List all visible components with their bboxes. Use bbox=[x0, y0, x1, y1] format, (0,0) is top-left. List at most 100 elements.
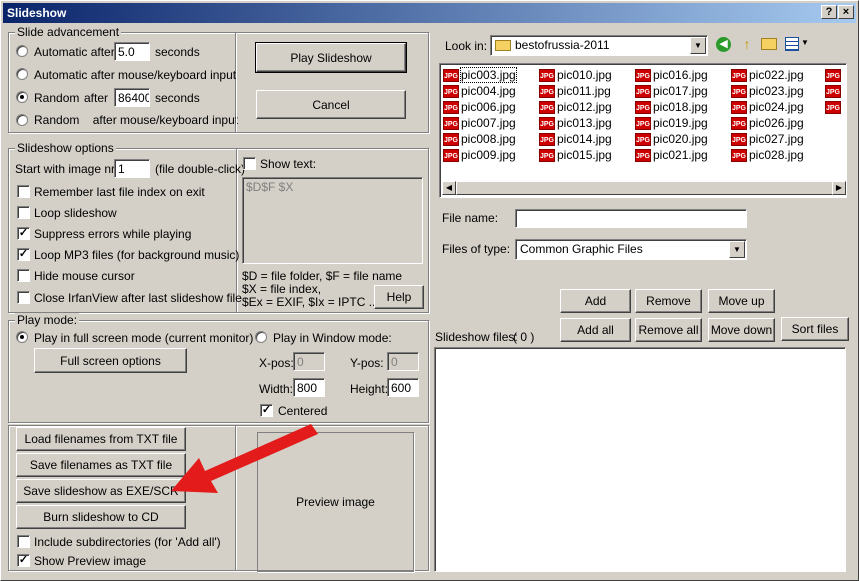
window-title: Slideshow bbox=[7, 6, 67, 20]
file-name: pic018.jpg bbox=[653, 100, 708, 114]
file-list-item[interactable]: JPG pic015.jpg bbox=[539, 147, 612, 163]
save-txt-button[interactable]: Save filenames as TXT file bbox=[16, 453, 186, 477]
remove-button[interactable]: Remove bbox=[635, 289, 702, 313]
file-list-item[interactable]: JPG pic009.jpg bbox=[443, 147, 516, 163]
file-list-item[interactable]: JPG pic010.jpg bbox=[539, 67, 612, 83]
hidemouse-checkbox[interactable] bbox=[17, 269, 30, 282]
loop-checkbox[interactable] bbox=[17, 206, 30, 219]
cancel-button[interactable]: Cancel bbox=[256, 90, 406, 119]
move-up-button[interactable]: Move up bbox=[708, 289, 775, 313]
random-seconds-input[interactable]: 86400 bbox=[114, 88, 150, 107]
radio-automatic-input[interactable] bbox=[16, 68, 28, 80]
closeiv-checkbox[interactable] bbox=[17, 291, 30, 304]
play-slideshow-button[interactable]: Play Slideshow bbox=[255, 42, 407, 73]
file-list-item[interactable]: JPG pic016.jpg bbox=[635, 67, 708, 83]
file-list-scrollbar[interactable]: ◀ ▶ bbox=[442, 181, 846, 195]
file-list-item[interactable]: JPG pic013.jpg bbox=[539, 115, 612, 131]
file-list-item[interactable]: JPG pic028.jpg bbox=[731, 147, 804, 163]
file-list-item[interactable]: JPG pic012.jpg bbox=[539, 99, 612, 115]
automatic-seconds-input[interactable]: 5.0 bbox=[114, 42, 150, 61]
file-name: pic003.jpg bbox=[460, 67, 517, 83]
height-input[interactable]: 600 bbox=[387, 378, 419, 397]
slideshow-files-list[interactable] bbox=[434, 347, 846, 572]
legend-line-1: $D = file folder, $F = file name bbox=[242, 269, 403, 283]
view-menu-icon[interactable] bbox=[785, 37, 799, 51]
remove-all-button[interactable]: Remove all bbox=[635, 318, 702, 342]
up-folder-icon[interactable]: ↑ bbox=[739, 36, 755, 52]
file-list-item[interactable]: JPG pic011.jpg bbox=[539, 83, 611, 99]
lookin-value: bestofrussia-2011 bbox=[515, 38, 610, 52]
save-exe-button[interactable]: Save slideshow as EXE/SCR bbox=[16, 479, 186, 503]
centered-label: Centered bbox=[278, 404, 328, 418]
lookin-dropdown-icon[interactable]: ▼ bbox=[690, 37, 706, 54]
filetype-combo[interactable]: Common Graphic Files ▼ bbox=[515, 239, 747, 260]
back-icon[interactable]: ◀ bbox=[716, 37, 731, 52]
file-name: pic023.jpg bbox=[749, 84, 804, 98]
show-preview-checkbox[interactable]: ✓ bbox=[17, 554, 30, 567]
file-list-item[interactable]: JPG pic020.jpg bbox=[635, 131, 708, 147]
loopmp3-checkbox[interactable]: ✓ bbox=[17, 248, 30, 261]
red-arrow-icon bbox=[171, 424, 318, 493]
file-list-item[interactable]: JPG pic019.jpg bbox=[635, 115, 708, 131]
view-menu-chevron-icon[interactable]: ▼ bbox=[801, 38, 809, 47]
file-list-item[interactable]: JPG pic022.jpg bbox=[731, 67, 804, 83]
radio-window-mode[interactable] bbox=[255, 331, 267, 343]
add-all-button[interactable]: Add all bbox=[560, 318, 631, 342]
slideshow-dialog: Slideshow ? × Slide advancement Automati… bbox=[0, 0, 859, 581]
sort-files-button[interactable]: Sort files bbox=[781, 317, 849, 341]
filetype-dropdown-icon[interactable]: ▼ bbox=[729, 241, 745, 258]
add-button[interactable]: Add bbox=[560, 289, 631, 313]
load-txt-button[interactable]: Load filenames from TXT file bbox=[16, 427, 186, 451]
xpos-input[interactable]: 0 bbox=[293, 352, 325, 371]
file-list-item[interactable]: JPG pic008.jpg bbox=[443, 131, 516, 147]
radio-fullscreen[interactable] bbox=[16, 331, 28, 343]
file-list-item[interactable]: JPG pic018.jpg bbox=[635, 99, 708, 115]
centered-checkbox[interactable]: ✓ bbox=[260, 404, 273, 417]
new-folder-icon[interactable] bbox=[761, 38, 777, 50]
file-list[interactable]: JPG pic003.jpg JPG pic004.jpg JPG pic006.jpg J… bbox=[439, 63, 847, 198]
jpg-file-icon: JPG bbox=[539, 116, 555, 130]
radio-random-input[interactable] bbox=[16, 114, 28, 126]
help-title-button[interactable]: ? bbox=[821, 5, 837, 19]
closeiv-label: Close IrfanView after last slideshow fil… bbox=[34, 291, 242, 305]
radio-random[interactable] bbox=[16, 91, 28, 103]
jpg-file-icon: JPG bbox=[731, 132, 747, 146]
ypos-label: Y-pos: bbox=[350, 356, 384, 370]
file-list-item[interactable]: JPG pic004.jpg bbox=[443, 83, 516, 99]
file-list-item[interactable]: JPG pic021.jpg bbox=[635, 147, 708, 163]
suppress-checkbox[interactable]: ✓ bbox=[17, 227, 30, 240]
remember-checkbox[interactable] bbox=[17, 185, 30, 198]
radio-automatic[interactable] bbox=[16, 45, 28, 57]
scroll-thumb[interactable] bbox=[456, 181, 836, 195]
scroll-right-icon[interactable]: ▶ bbox=[832, 181, 846, 195]
move-down-button[interactable]: Move down bbox=[708, 318, 775, 342]
file-list-item[interactable]: JPG pic027.jpg bbox=[731, 131, 804, 147]
jpg-file-icon: JPG bbox=[635, 100, 651, 114]
start-image-input[interactable]: 1 bbox=[114, 159, 150, 178]
lookin-combo[interactable]: bestofrussia-2011 ▼ bbox=[490, 35, 708, 56]
file-list-item-partial[interactable]: JPG bbox=[825, 83, 843, 99]
file-list-item[interactable]: JPG pic023.jpg bbox=[731, 83, 804, 99]
file-list-item[interactable]: JPG pic007.jpg bbox=[443, 115, 516, 131]
width-input[interactable]: 800 bbox=[293, 378, 325, 397]
scroll-left-icon[interactable]: ◀ bbox=[442, 181, 456, 195]
file-list-item[interactable]: JPG pic026.jpg bbox=[731, 115, 804, 131]
show-text-checkbox[interactable] bbox=[243, 157, 256, 170]
file-list-item[interactable]: JPG pic006.jpg bbox=[443, 99, 516, 115]
help-button[interactable]: Help bbox=[374, 285, 424, 309]
jpg-file-icon: JPG bbox=[539, 100, 555, 114]
file-list-item[interactable]: JPG pic003.jpg bbox=[443, 67, 517, 83]
close-title-button[interactable]: × bbox=[838, 5, 854, 19]
include-subdirs-checkbox[interactable] bbox=[17, 535, 30, 548]
fullscreen-options-button[interactable]: Full screen options bbox=[34, 348, 187, 373]
file-list-item[interactable]: JPG pic017.jpg bbox=[635, 83, 708, 99]
filename-input[interactable] bbox=[515, 209, 747, 228]
file-list-item[interactable]: JPG pic024.jpg bbox=[731, 99, 804, 115]
file-list-item[interactable]: JPG pic014.jpg bbox=[539, 131, 612, 147]
show-text-textarea[interactable]: $D$F $X bbox=[242, 177, 423, 264]
ypos-input[interactable]: 0 bbox=[387, 352, 419, 371]
burn-cd-button[interactable]: Burn slideshow to CD bbox=[16, 505, 186, 529]
file-list-item-partial[interactable]: JPG bbox=[825, 99, 843, 115]
file-list-item-partial[interactable]: JPG bbox=[825, 67, 843, 83]
file-name: pic007.jpg bbox=[461, 116, 516, 130]
